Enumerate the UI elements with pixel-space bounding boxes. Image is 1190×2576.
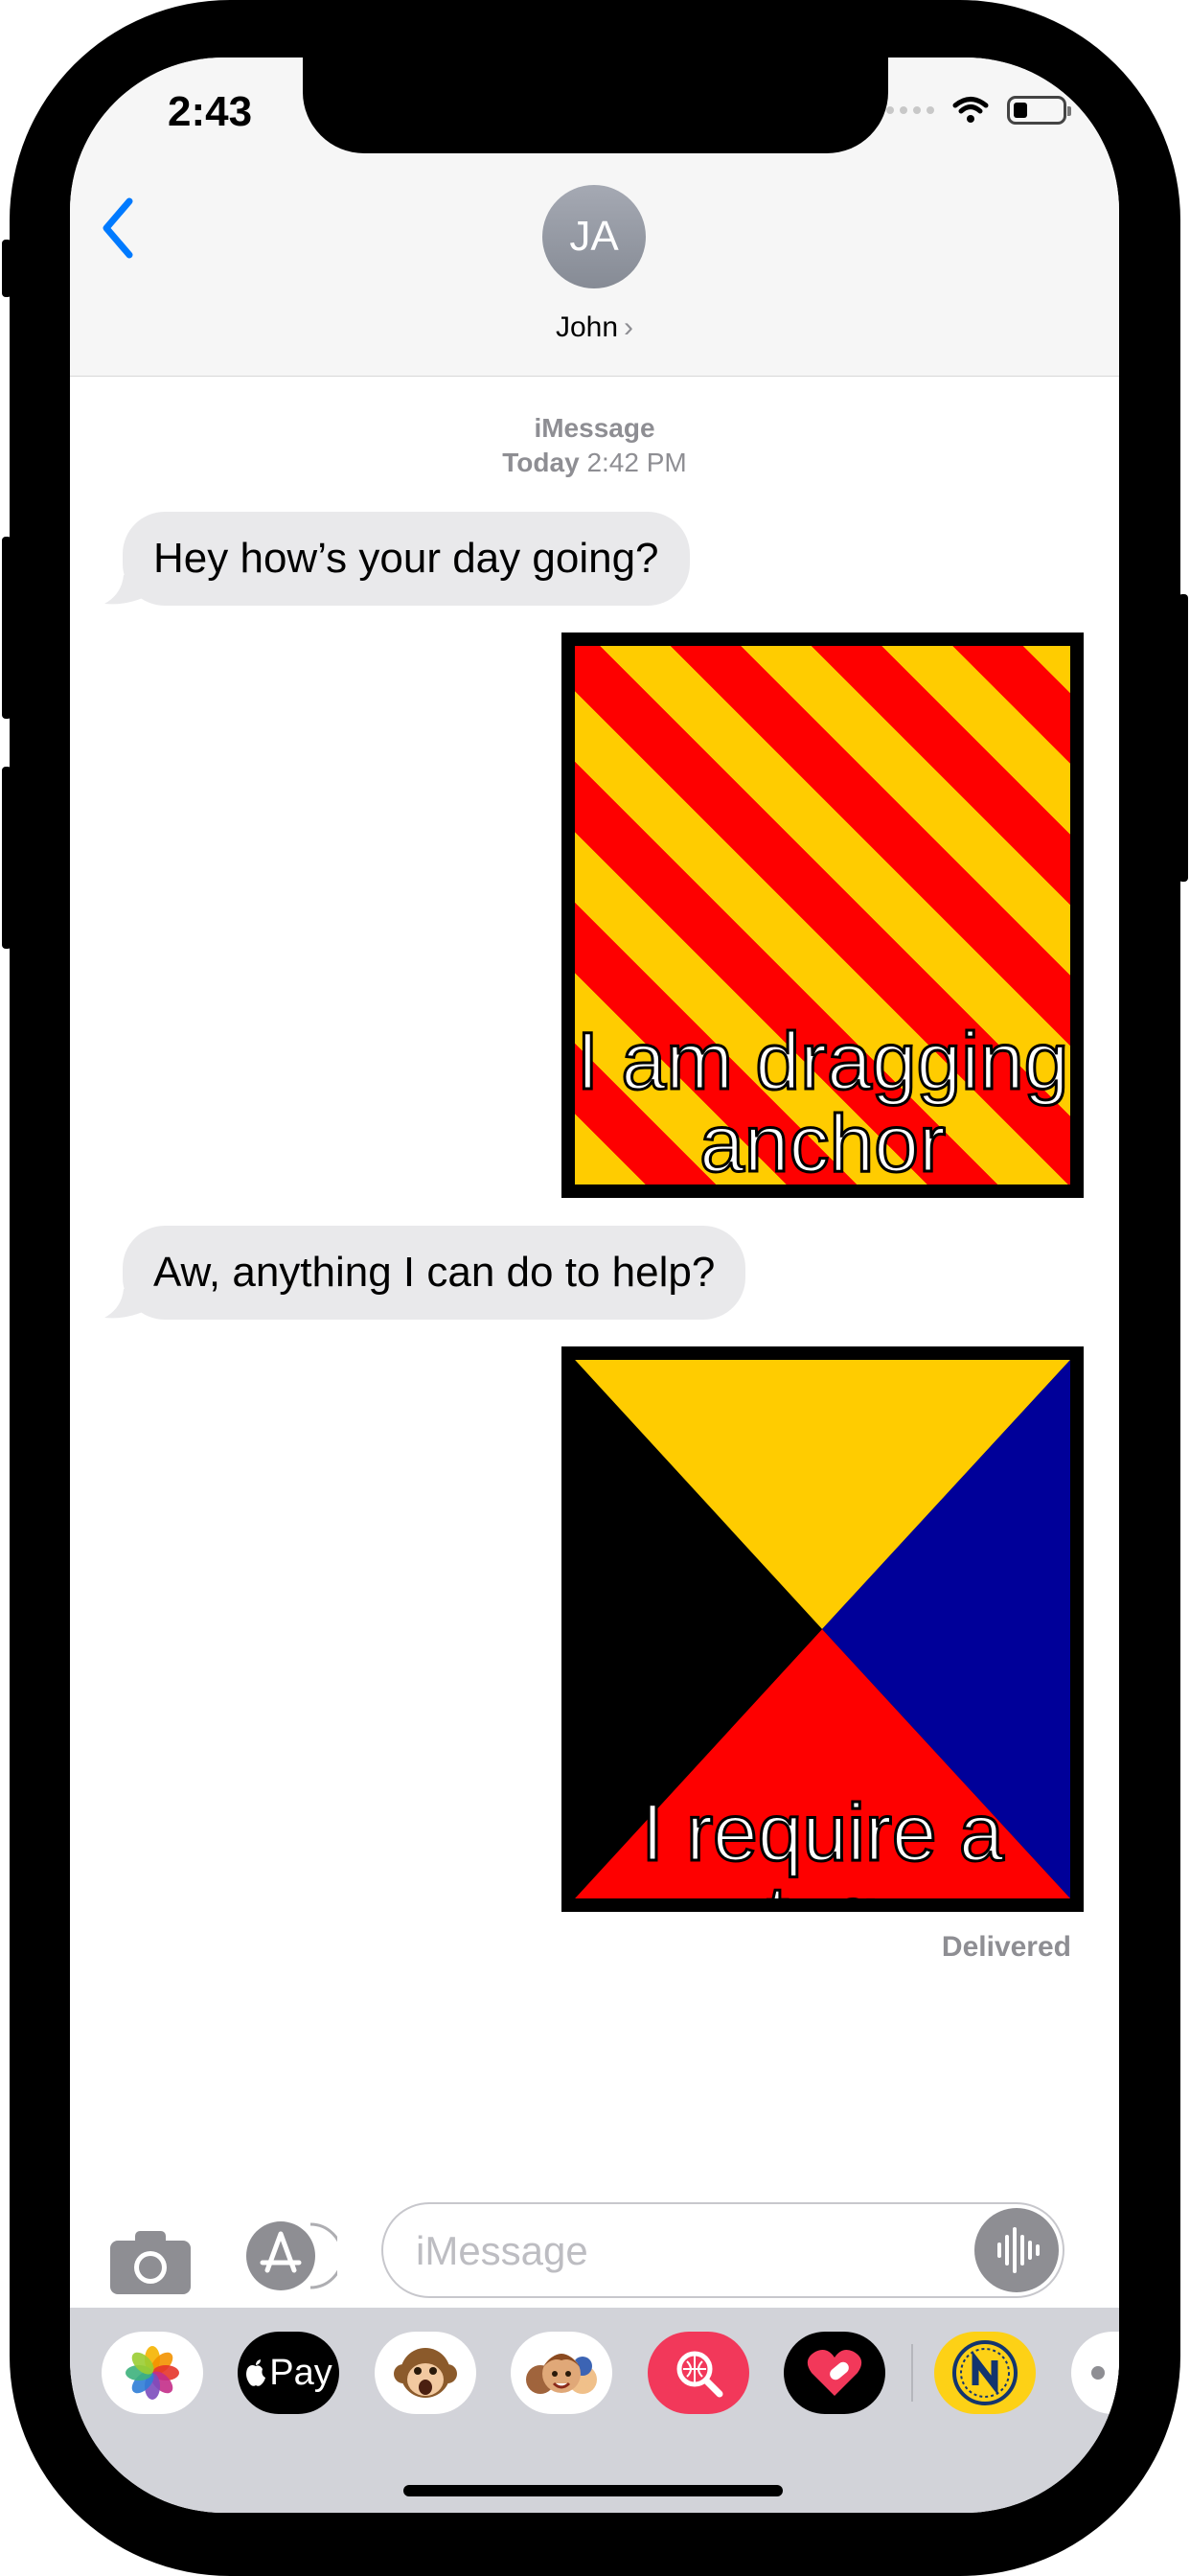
animoji-app-button[interactable] xyxy=(375,2332,476,2414)
flag-y-caption-line1: I am dragging xyxy=(575,1016,1070,1106)
status-time: 2:43 xyxy=(168,88,253,135)
apple-pay-label: Pay xyxy=(269,2352,332,2393)
notch xyxy=(303,58,888,153)
chevron-left-icon xyxy=(103,197,133,259)
camera-button[interactable] xyxy=(110,2231,191,2299)
more-apps-button[interactable] xyxy=(1071,2332,1119,2414)
camera-icon xyxy=(110,2231,191,2294)
monkey-animoji-icon xyxy=(394,2348,457,2398)
volume-up-button xyxy=(2,537,11,719)
message-bubble-received[interactable]: Hey how’s your day going? xyxy=(123,512,690,606)
service-label: iMessage xyxy=(534,413,655,443)
power-button xyxy=(1179,594,1188,882)
more-icon xyxy=(1091,2366,1105,2380)
back-button[interactable] xyxy=(99,196,137,264)
flag-y-caption: I am dragging anchor xyxy=(575,1016,1070,1185)
status-icons xyxy=(886,96,1071,125)
photos-icon xyxy=(126,2346,179,2400)
n-app-icon xyxy=(952,2340,1018,2405)
image-message-flag-y[interactable]: I am dragging anchor xyxy=(561,632,1084,1198)
heart-sticker-icon xyxy=(807,2350,862,2396)
contact-name: John xyxy=(555,311,619,343)
memoji-app-button[interactable] xyxy=(511,2332,612,2414)
flag-y-caption-line2: anchor xyxy=(698,1098,948,1185)
flag-z-image: I require a tug xyxy=(575,1360,1070,1898)
message-field[interactable] xyxy=(381,2202,1064,2298)
image-search-icon xyxy=(676,2351,723,2398)
home-indicator[interactable] xyxy=(403,2485,783,2496)
timestamp: Today 2:42 PM xyxy=(70,448,1119,478)
chevron-right-icon: › xyxy=(624,311,634,343)
flag-y-image: I am dragging anchor xyxy=(575,646,1070,1184)
app-store-button[interactable] xyxy=(245,2220,344,2296)
flag-z-caption: I require a tug xyxy=(640,1787,1005,1899)
battery-icon xyxy=(1007,96,1071,125)
apple-pay-button[interactable]: Pay xyxy=(238,2332,339,2414)
waveform-icon xyxy=(997,2227,1040,2273)
app-drawer: Pay xyxy=(70,2308,1119,2513)
image-search-app-button[interactable] xyxy=(648,2332,749,2414)
contact-avatar[interactable]: JA xyxy=(542,185,646,288)
heart-sticker-app-button[interactable] xyxy=(784,2332,885,2414)
wifi-icon xyxy=(952,97,989,123)
contact-name-button[interactable]: John › xyxy=(70,311,1119,344)
app-store-icon xyxy=(246,2221,344,2290)
dictation-button[interactable] xyxy=(974,2208,1059,2292)
volume-down-button xyxy=(2,767,11,949)
signal-dots-icon xyxy=(886,106,934,114)
apple-logo-icon xyxy=(246,2359,266,2386)
delivery-status: Delivered xyxy=(941,1931,1071,1963)
date-label: Today xyxy=(502,448,580,477)
memoji-icon xyxy=(526,2354,597,2394)
apple-pay-icon: Pay xyxy=(244,2353,332,2394)
image-message-flag-z[interactable]: I require a tug xyxy=(561,1346,1084,1912)
drawer-divider xyxy=(911,2344,913,2402)
message-input[interactable] xyxy=(414,2204,954,2298)
n-app-button[interactable] xyxy=(934,2332,1036,2414)
screen: 2:43 JA John › iMessage Today 2:42 PM Hey… xyxy=(70,58,1119,2513)
message-bubble-received[interactable]: Aw, anything I can do to help? xyxy=(123,1226,746,1320)
time-label: 2:42 PM xyxy=(586,448,687,477)
photos-app-button[interactable] xyxy=(102,2332,203,2414)
action-button xyxy=(2,240,11,297)
